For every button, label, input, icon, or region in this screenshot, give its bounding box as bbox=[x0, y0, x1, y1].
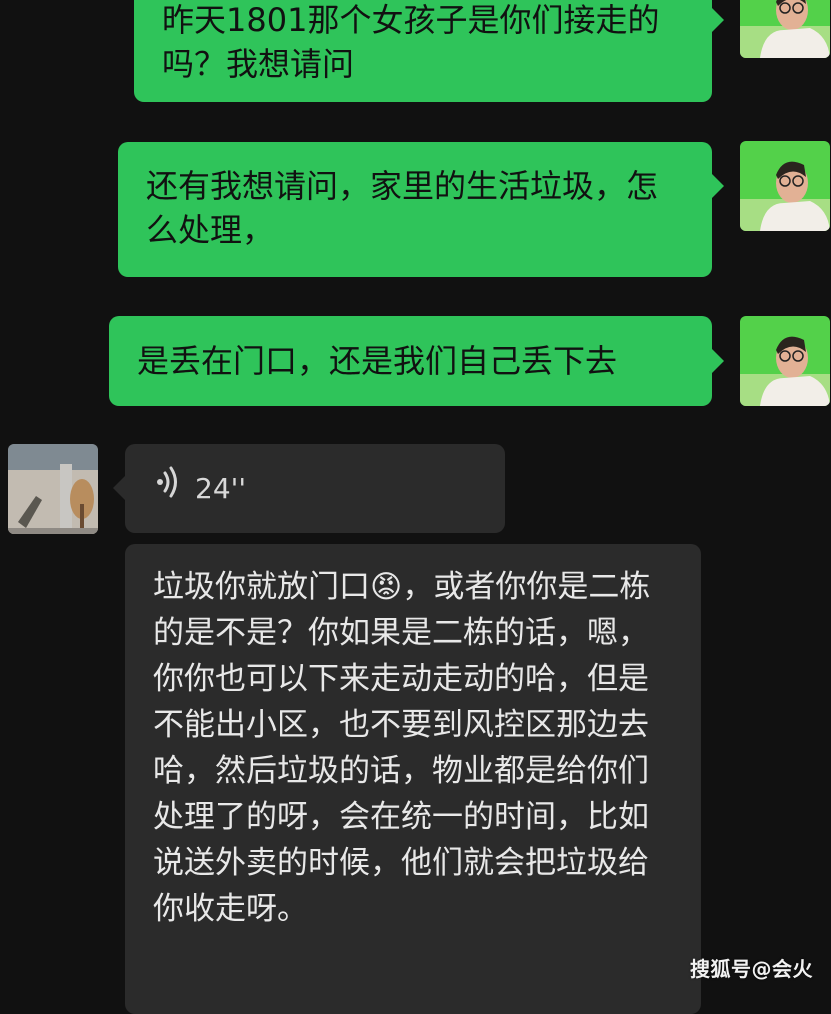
avatar[interactable] bbox=[8, 444, 98, 534]
avatar[interactable] bbox=[740, 316, 830, 406]
avatar-image-icon bbox=[740, 0, 830, 58]
bubble-tail bbox=[113, 476, 125, 500]
chat-thread: 昨天1801那个女孩子是你们接走的吗？我想请问 还有我想请问，家里的生活垃圾，怎… bbox=[0, 0, 831, 1014]
message-text: 昨天1801那个女孩子是你们接走的吗？我想请问 bbox=[162, 1, 660, 83]
bubble-tail bbox=[712, 349, 724, 373]
message-text: 垃圾你就放门口😡，或者你你是二栋的是不是？你如果是二栋的话，嗯，你你也可以下来走… bbox=[153, 569, 651, 927]
watermark: 搜狐号@会火 bbox=[690, 957, 813, 981]
message-bubble-outgoing[interactable]: 还有我想请问，家里的生活垃圾，怎么处理， bbox=[118, 142, 724, 277]
avatar-image-icon bbox=[740, 141, 830, 231]
message-text: 是丢在门口，还是我们自己丢下去 bbox=[137, 342, 618, 380]
avatar-image-icon bbox=[8, 444, 98, 534]
message-bubble-outgoing[interactable]: 昨天1801那个女孩子是你们接走的吗？我想请问 bbox=[134, 0, 724, 102]
voice-message-content: 24'' bbox=[155, 444, 475, 533]
avatar[interactable] bbox=[740, 0, 830, 58]
avatar-image-icon bbox=[740, 316, 830, 406]
voice-message-bubble[interactable]: 24'' bbox=[113, 444, 505, 533]
bubble-tail bbox=[712, 174, 724, 198]
message-bubble-incoming[interactable]: 垃圾你就放门口😡，或者你你是二栋的是不是？你如果是二栋的话，嗯，你你也可以下来走… bbox=[125, 544, 701, 1014]
message-text: 还有我想请问，家里的生活垃圾，怎么处理， bbox=[146, 167, 659, 249]
bubble-tail bbox=[712, 8, 724, 32]
avatar[interactable] bbox=[740, 141, 830, 231]
voice-wave-icon bbox=[155, 465, 183, 512]
voice-duration: 24'' bbox=[195, 471, 247, 505]
message-bubble-outgoing[interactable]: 是丢在门口，还是我们自己丢下去 bbox=[109, 316, 724, 406]
